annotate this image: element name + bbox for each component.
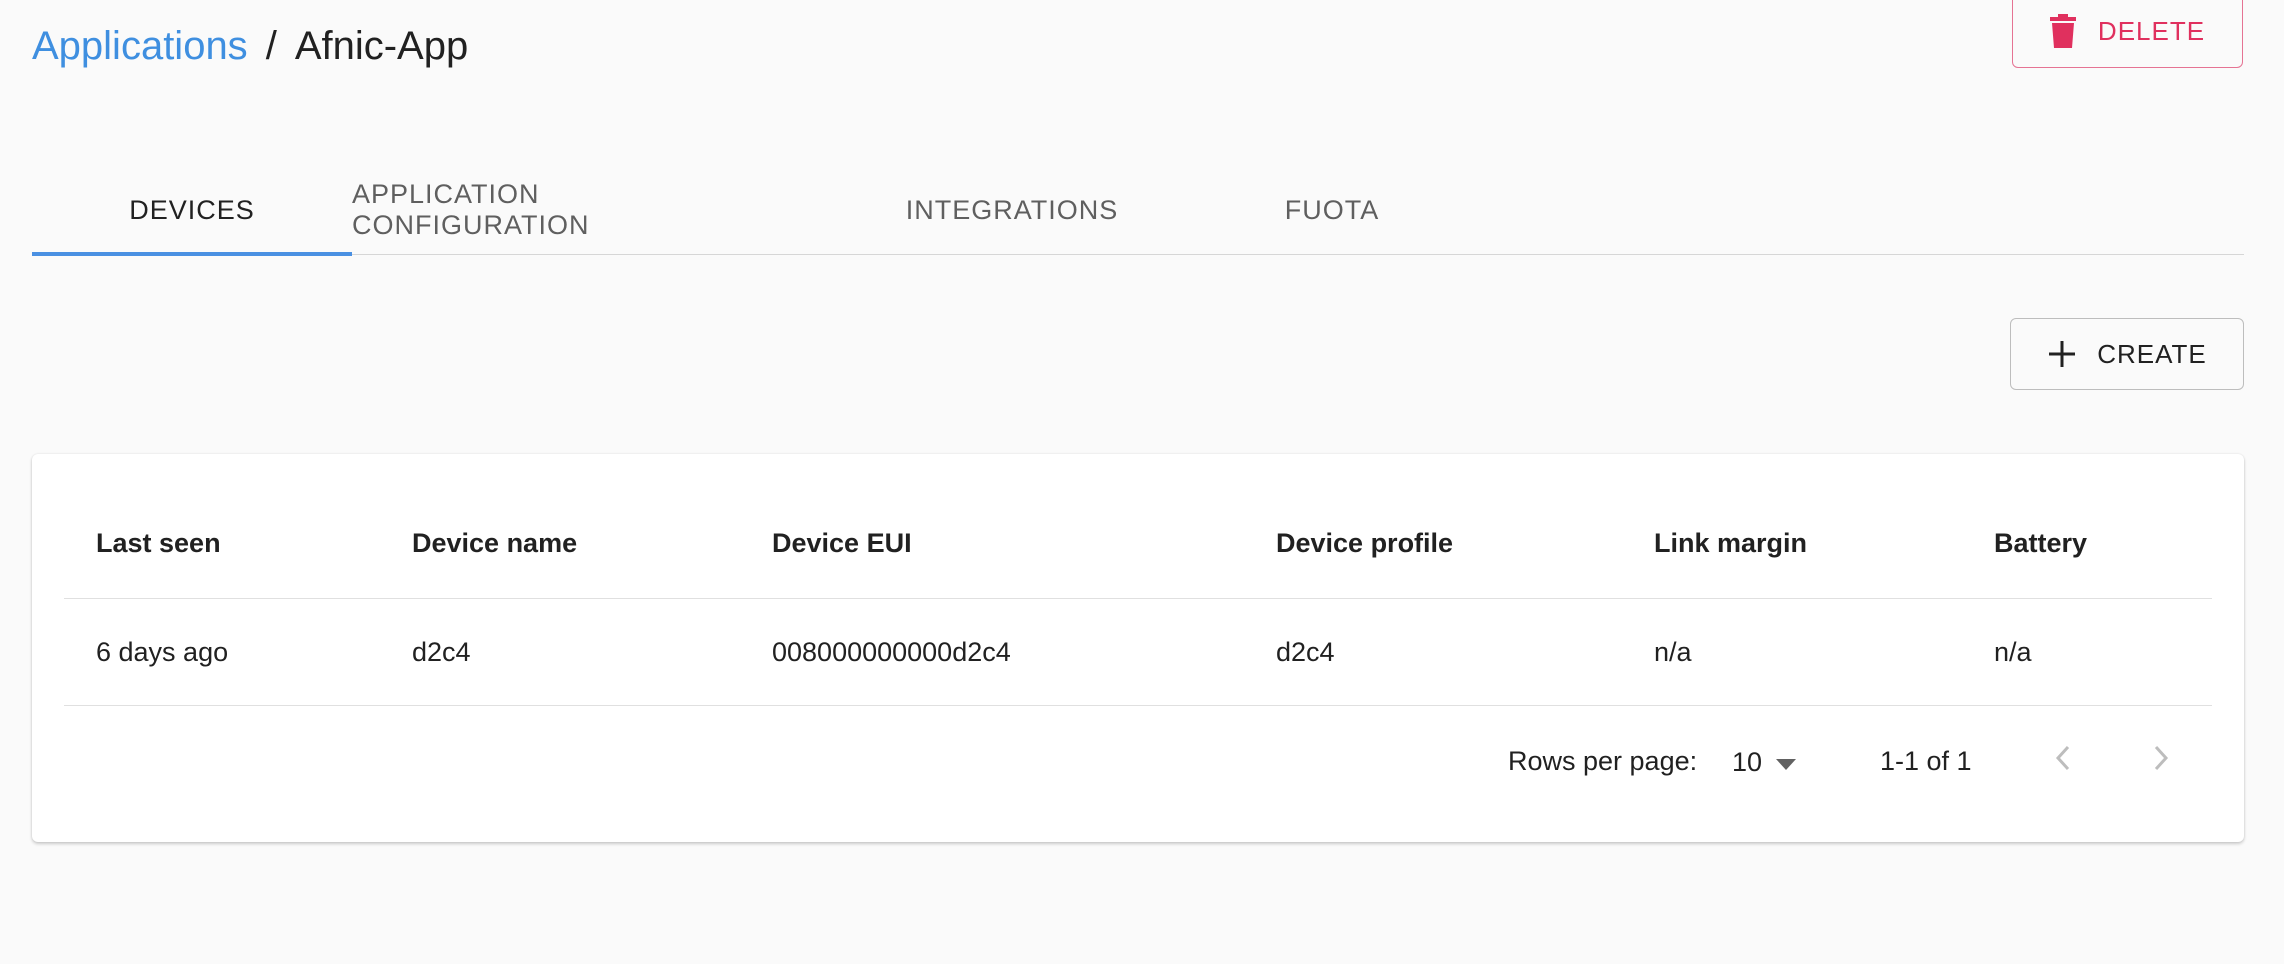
tab-fuota-label: FUOTA (1284, 194, 1380, 225)
table-header-row: Last seen Device name Device EUI Device … (64, 454, 2212, 599)
column-header-device-eui[interactable]: Device EUI (772, 528, 912, 559)
table-row[interactable]: 6 days ago d2c4 008000000000d2c4 d2c4 n/… (64, 599, 2212, 706)
tab-devices-label: DEVICES (129, 194, 255, 225)
cell-battery: n/a (1994, 637, 2032, 667)
tab-integrations[interactable]: INTEGRATIONS (832, 166, 1192, 254)
column-header-link-margin[interactable]: Link margin (1654, 528, 1807, 559)
breadcrumb-applications-link[interactable]: Applications (32, 24, 248, 68)
device-name-link[interactable]: d2c4 (412, 637, 471, 668)
column-header-battery[interactable]: Battery (1994, 528, 2087, 559)
delete-button[interactable]: DELETE (2012, 0, 2243, 68)
chevron-left-icon (2054, 744, 2072, 779)
breadcrumb-separator: / (265, 24, 277, 68)
tab-application-configuration-label: APPLICATION CONFIGURATION (352, 179, 590, 240)
tab-application-configuration[interactable]: APPLICATION CONFIGURATION (352, 166, 698, 254)
rows-per-page-label: Rows per page: (1508, 746, 1698, 776)
devices-table: Last seen Device name Device EUI Device … (64, 454, 2212, 706)
breadcrumb: Applications / Afnic-App (32, 14, 468, 78)
active-tab-indicator (32, 252, 352, 256)
pagination-range: 1-1 of 1 (1880, 746, 1972, 776)
plus-icon (2047, 339, 2077, 369)
tab-fuota[interactable]: FUOTA (1172, 166, 1492, 254)
devices-table-card: Last seen Device name Device EUI Device … (32, 454, 2244, 842)
device-profile-link[interactable]: d2c4 (1276, 637, 1335, 668)
cell-last-seen: 6 days ago (96, 637, 229, 667)
cell-link-margin: n/a (1654, 637, 1692, 667)
create-button[interactable]: CREATE (2010, 318, 2244, 390)
trash-icon (2049, 14, 2076, 48)
next-page-button[interactable] (2136, 736, 2186, 786)
previous-page-button[interactable] (2038, 736, 2088, 786)
column-header-last-seen[interactable]: Last seen (96, 528, 221, 559)
column-header-device-name[interactable]: Device name (412, 528, 577, 559)
tab-integrations-label: INTEGRATIONS (905, 194, 1119, 225)
create-button-label: CREATE (2097, 338, 2207, 369)
chevron-right-icon (2152, 744, 2170, 779)
pagination: Rows per page: 10 1-1 of 1 (32, 716, 2244, 806)
rows-per-page-select[interactable]: 10 (1732, 740, 1797, 784)
cell-device-eui: 008000000000d2c4 (772, 637, 1011, 667)
delete-button-label: DELETE (2097, 15, 2206, 46)
tab-devices[interactable]: DEVICES (32, 166, 352, 254)
page-title: Afnic-App (294, 24, 469, 68)
rows-per-page-value: 10 (1732, 746, 1763, 777)
page: Applications / Afnic-App DELETE DEVICES AP… (0, 0, 2284, 964)
column-header-device-profile[interactable]: Device profile (1276, 528, 1453, 559)
caret-down-icon (1776, 747, 1797, 778)
tab-bar: DEVICES APPLICATION CONFIGURATION INTEGR… (32, 166, 2244, 256)
